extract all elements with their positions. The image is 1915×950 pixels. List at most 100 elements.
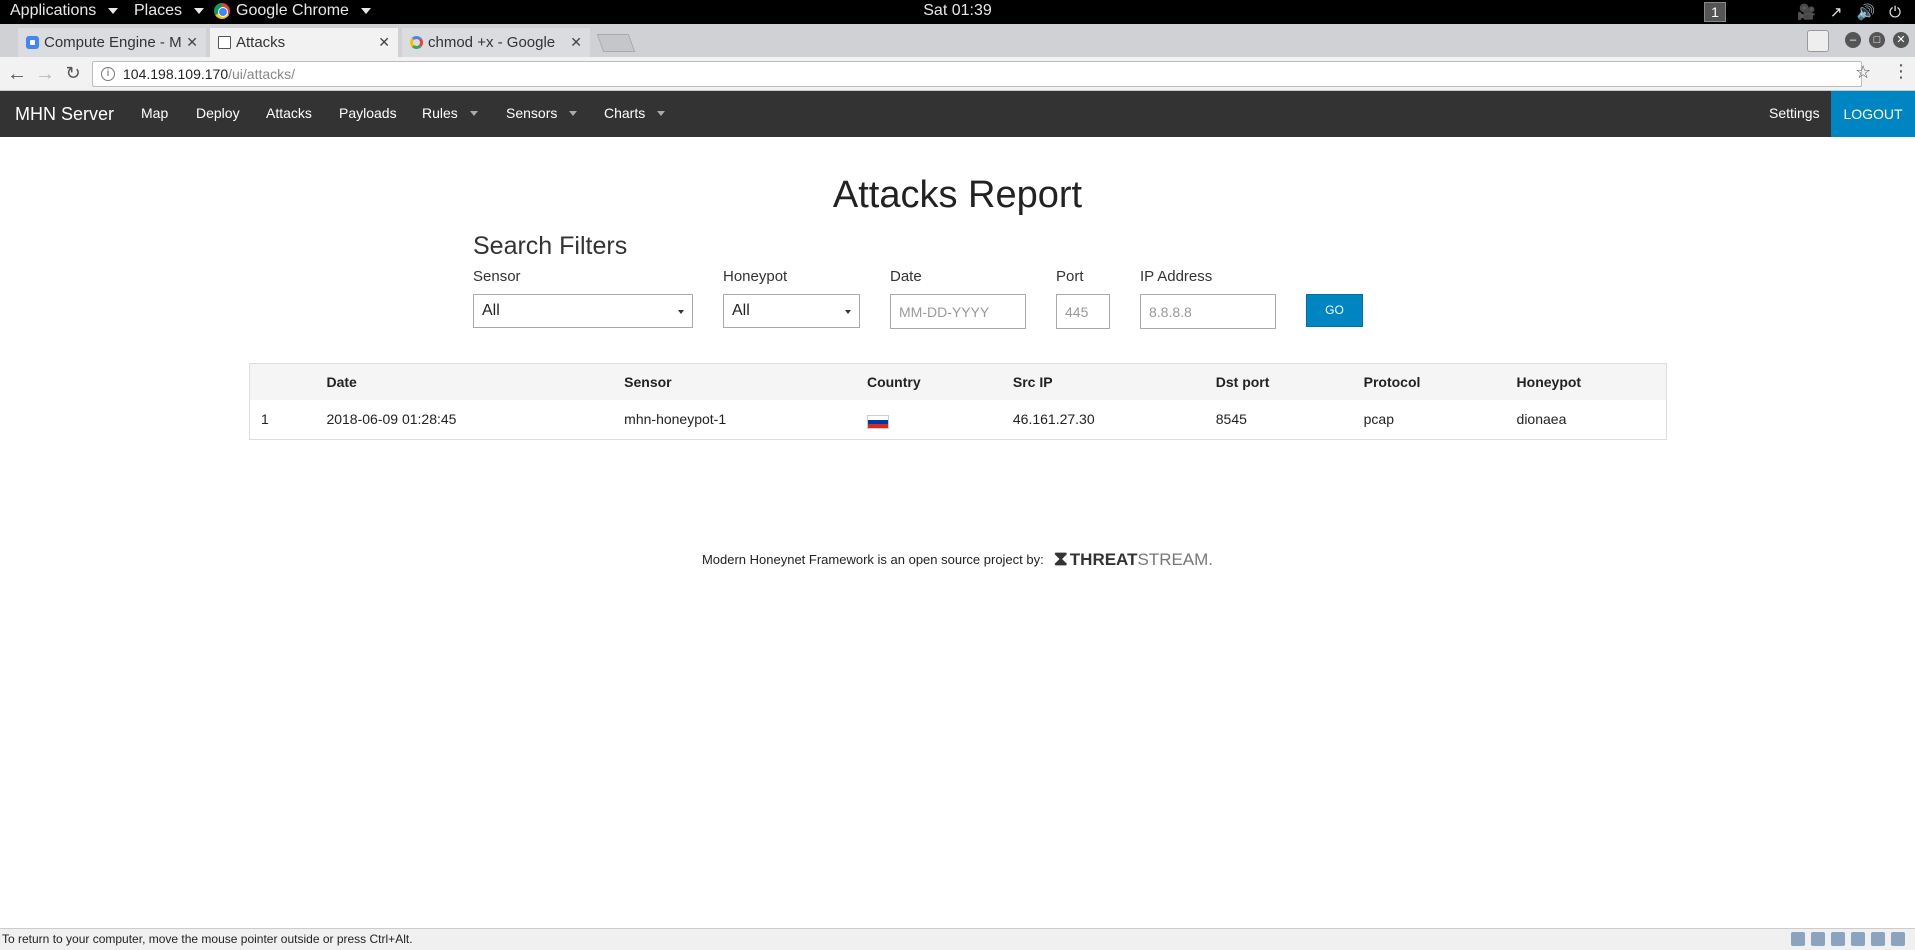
nav-sensors[interactable]: Sensors bbox=[506, 105, 578, 121]
cell-sensor: mhn-honeypot-1 bbox=[624, 411, 727, 428]
honeypot-select[interactable]: All bbox=[723, 294, 860, 328]
window-controls: – □ ✕ bbox=[1845, 32, 1909, 48]
close-icon[interactable]: ✕ bbox=[378, 34, 390, 51]
sensor-select[interactable]: All bbox=[473, 294, 693, 328]
column-header-date: Date bbox=[326, 373, 357, 390]
nav-deploy[interactable]: Deploy bbox=[196, 105, 240, 121]
back-icon[interactable]: ← bbox=[6, 63, 28, 86]
cell-honeypot: dionaea bbox=[1516, 411, 1567, 428]
port-label: Port bbox=[1056, 268, 1084, 285]
vm-status-icons bbox=[1791, 932, 1905, 946]
chrome-logo-icon bbox=[214, 3, 230, 19]
minimize-icon[interactable]: – bbox=[1845, 32, 1861, 48]
tab-chmod-google[interactable]: chmod +x - Google ✕ bbox=[402, 28, 590, 57]
russia-flag-icon bbox=[866, 415, 889, 430]
message-icon[interactable] bbox=[1891, 932, 1905, 946]
table-row: 1 2018-06-09 01:28:45 mhn-honeypot-1 46.… bbox=[250, 400, 1667, 440]
column-header-src-ip: Src IP bbox=[1012, 373, 1053, 390]
tab-label: Attacks bbox=[236, 34, 286, 51]
optical-drive-icon[interactable] bbox=[1811, 932, 1825, 946]
gnome-top-bar: Applications Places Google Chrome Sat 01… bbox=[0, 0, 1915, 24]
url-path: /ui/attacks/ bbox=[228, 66, 296, 82]
ip-address-input[interactable] bbox=[1140, 294, 1276, 329]
search-filters-heading: Search Filters bbox=[473, 232, 628, 260]
cell-src-ip: 46.161.27.30 bbox=[1012, 411, 1095, 428]
video-camera-icon[interactable]: 🎥 bbox=[1797, 3, 1816, 21]
google-icon bbox=[410, 36, 423, 49]
maximize-icon[interactable]: □ bbox=[1869, 32, 1885, 48]
nav-charts[interactable]: Charts bbox=[604, 105, 666, 121]
chevron-down-icon bbox=[657, 110, 666, 116]
network-icon[interactable]: ↗ bbox=[1830, 3, 1843, 21]
threatstream-logo[interactable]: ⧗ THREAT STREAM. bbox=[1054, 548, 1213, 571]
workspace-indicator[interactable]: 1 bbox=[1704, 2, 1726, 22]
chevron-down-icon bbox=[194, 8, 205, 14]
tab-strip: Compute Engine - M ✕ Attacks ✕ chmod +x … bbox=[0, 24, 1915, 57]
column-header-honeypot: Honeypot bbox=[1516, 373, 1582, 390]
nav-payloads[interactable]: Payloads bbox=[339, 105, 397, 121]
new-tab-button[interactable] bbox=[596, 34, 636, 52]
close-icon[interactable]: ✕ bbox=[570, 34, 582, 51]
table-header-row: Date Sensor Country Src IP Dst port Prot… bbox=[249, 363, 1667, 400]
date-label: Date bbox=[890, 268, 922, 285]
nav-settings[interactable]: Settings bbox=[1769, 105, 1820, 121]
bookmark-star-icon[interactable]: ☆ bbox=[1855, 62, 1871, 83]
column-header-sensor: Sensor bbox=[624, 373, 672, 390]
logo-text-stream: STREAM. bbox=[1137, 549, 1214, 569]
mhn-navbar: MHN Server Map Deploy Attacks Payloads R… bbox=[0, 91, 1915, 137]
tab-label: chmod +x - Google bbox=[428, 34, 556, 51]
compute-engine-icon bbox=[26, 36, 39, 49]
usb-icon[interactable] bbox=[1851, 932, 1865, 946]
nav-rules-label: Rules bbox=[422, 105, 458, 121]
applications-label: Applications bbox=[10, 2, 97, 19]
page-title: Attacks Report bbox=[832, 174, 1083, 216]
chevron-down-icon bbox=[569, 110, 578, 116]
applications-menu[interactable]: Applications bbox=[10, 2, 119, 20]
nav-sensors-label: Sensors bbox=[506, 105, 558, 121]
column-header-country: Country bbox=[866, 373, 921, 390]
close-icon[interactable]: ✕ bbox=[186, 34, 198, 51]
attacks-table: Date Sensor Country Src IP Dst port Prot… bbox=[249, 363, 1667, 440]
system-tray[interactable]: 🎥 ↗ 🔊 ⏻ bbox=[1797, 3, 1901, 22]
port-input[interactable] bbox=[1056, 294, 1110, 329]
honeypot-label: Honeypot bbox=[723, 268, 788, 285]
chrome-menu-icon[interactable]: ⋮ bbox=[1892, 61, 1910, 82]
reload-icon[interactable]: ↻ bbox=[62, 63, 84, 84]
logout-button[interactable]: LOGOUT bbox=[1831, 91, 1915, 137]
vm-status-text: To return to your computer, move the mou… bbox=[2, 932, 413, 946]
shared-folder-icon[interactable] bbox=[1871, 932, 1885, 946]
column-header-dst-port: Dst port bbox=[1215, 373, 1270, 390]
url-host: 104.198.109.170 bbox=[123, 66, 229, 82]
hard-disk-icon[interactable] bbox=[1791, 932, 1805, 946]
nav-rules[interactable]: Rules bbox=[422, 105, 478, 121]
cell-date: 2018-06-09 01:28:45 bbox=[326, 411, 457, 428]
power-icon[interactable]: ⏻ bbox=[1889, 3, 1901, 21]
profile-icon[interactable] bbox=[1807, 30, 1829, 52]
tab-compute-engine[interactable]: Compute Engine - M ✕ bbox=[18, 28, 206, 57]
cell-protocol: pcap bbox=[1363, 411, 1394, 428]
nav-charts-label: Charts bbox=[604, 105, 646, 121]
column-header-index bbox=[250, 364, 316, 400]
address-bar[interactable]: i 104.198.109.170/ui/attacks/ bbox=[92, 61, 1862, 87]
chrome-app-menu[interactable]: Google Chrome bbox=[214, 2, 371, 20]
go-button[interactable]: GO bbox=[1306, 294, 1363, 327]
footer: Modern Honeynet Framework is an open sou… bbox=[0, 548, 1915, 571]
sensor-label: Sensor bbox=[473, 268, 521, 285]
nav-attacks[interactable]: Attacks bbox=[266, 105, 312, 121]
document-icon bbox=[218, 36, 231, 49]
chevron-down-icon bbox=[469, 110, 478, 116]
brand-link[interactable]: MHN Server bbox=[15, 104, 114, 125]
places-menu[interactable]: Places bbox=[134, 2, 205, 20]
forward-icon[interactable]: → bbox=[34, 63, 56, 86]
tab-label: Compute Engine - M bbox=[44, 34, 182, 51]
chrome-app-label: Google Chrome bbox=[236, 2, 349, 19]
close-window-icon[interactable]: ✕ bbox=[1893, 32, 1909, 48]
date-input[interactable] bbox=[890, 294, 1026, 329]
tab-attacks[interactable]: Attacks ✕ bbox=[210, 28, 398, 57]
footer-text: Modern Honeynet Framework is an open sou… bbox=[701, 552, 1044, 567]
cell-index: 1 bbox=[261, 411, 269, 428]
volume-icon[interactable]: 🔊 bbox=[1856, 3, 1875, 21]
info-icon[interactable]: i bbox=[101, 67, 115, 81]
nav-map[interactable]: Map bbox=[141, 105, 168, 121]
network-adapter-icon[interactable] bbox=[1831, 932, 1845, 946]
